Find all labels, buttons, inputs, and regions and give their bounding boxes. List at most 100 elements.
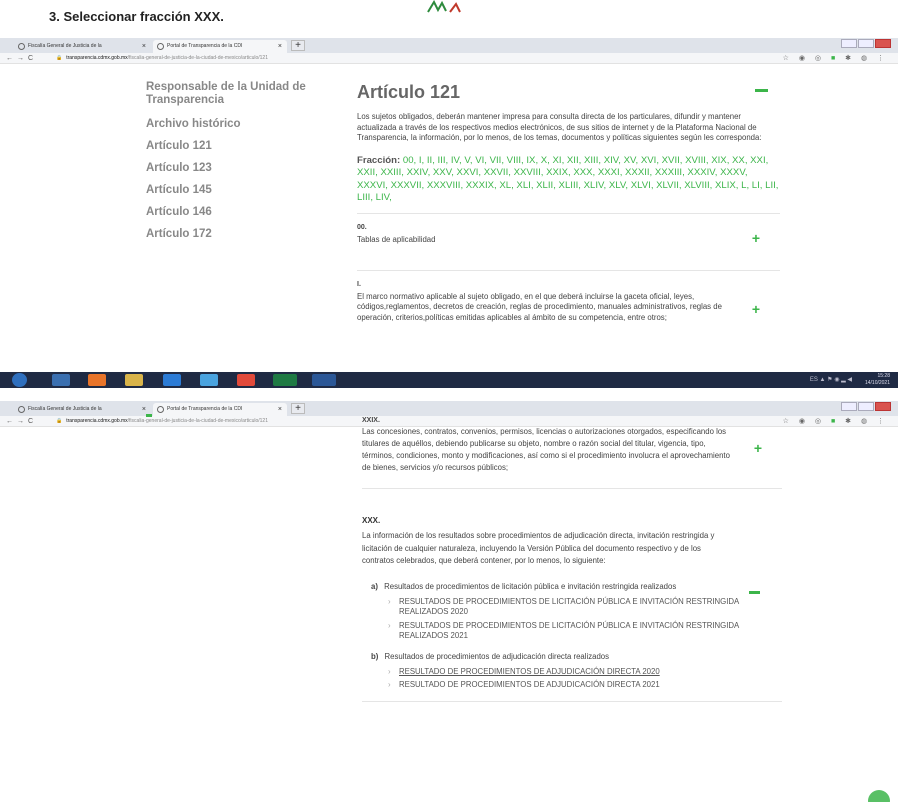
collapse-icon[interactable] <box>749 591 760 594</box>
url-text[interactable]: 🔒 transparencia.cdmx.gob.mx/fiscalia-gene… <box>56 416 268 427</box>
fraccion-number: XXX. <box>362 516 381 525</box>
file-explorer-icon[interactable] <box>125 374 143 386</box>
maximize-button[interactable] <box>858 402 874 411</box>
link-text[interactable]: RESULTADOS DE PROCEDIMIENTOS DE LICITACI… <box>399 621 739 641</box>
media-player-icon[interactable] <box>52 374 70 386</box>
url-host: transparencia.cdmx.gob.mx <box>66 418 128 424</box>
tab-fiscalia[interactable]: Fiscalía General de Justicia de la × <box>14 403 151 416</box>
expand-icon[interactable]: + <box>754 440 762 456</box>
sidebar-item-articulo-121[interactable]: Artículo 121 <box>146 140 336 153</box>
system-tray: ES ▲ ⚑ ◉ ▂ ◀ 15:28 14/10/2021 <box>810 373 890 387</box>
sidebar-item-articulo-146[interactable]: Artículo 146 <box>146 206 336 219</box>
sub-title: Resultados de procedimientos de adjudica… <box>384 651 610 661</box>
sidebar-item-archivo[interactable]: Archivo histórico <box>146 118 336 131</box>
close-icon[interactable]: × <box>278 403 282 416</box>
extensions-bar[interactable]: ☆ ◉ ◎ ■ ✱ ◍ ⋮ <box>783 53 888 64</box>
site-icon <box>18 406 25 413</box>
list-item[interactable]: RESULTADOS DE PROCEDIMIENTOS DE LICITACI… <box>386 597 782 618</box>
link-text[interactable]: RESULTADO DE PROCEDIMIENTOS DE ADJUDICAC… <box>399 680 660 689</box>
fraccion-label: Fracción: <box>357 154 401 166</box>
nav-buttons[interactable]: ←→C <box>6 416 37 427</box>
divider <box>357 269 780 271</box>
clock-time: 15:28 <box>877 373 890 379</box>
fraccion-description: Tablas de aplicabilidad <box>357 234 436 244</box>
tab-portal-transparencia[interactable]: Portal de Transparencia de la CDI × <box>153 40 287 53</box>
logo <box>427 0 461 13</box>
sidebar-item-articulo-123[interactable]: Artículo 123 <box>146 162 336 175</box>
minimize-button[interactable] <box>841 402 857 411</box>
extensions-bar[interactable]: ☆ ◉ ◎ ■ ✱ ◍ ⋮ <box>783 416 888 427</box>
divider <box>362 488 782 489</box>
fraccion-xxix-block: Las concesiones, contratos, convenios, p… <box>362 426 782 474</box>
divider <box>357 212 780 214</box>
maximize-button[interactable] <box>858 39 874 48</box>
article-intro: Los sujetos obligados, deberán mantener … <box>357 112 762 142</box>
fraccion-links[interactable]: 00, I, II, III, IV, V, VI, VII, VIII, IX… <box>357 155 778 204</box>
list-item[interactable]: RESULTADOS DE PROCEDIMIENTOS DE LICITACI… <box>386 621 782 642</box>
nav-buttons[interactable]: ←→C <box>6 53 37 64</box>
browser-window-1: Fiscalía General de Justicia de la × Por… <box>0 38 898 371</box>
fraccion-xxx-block: XXX. La información de los resultados so… <box>362 516 782 594</box>
close-window-button[interactable] <box>875 402 891 411</box>
link-text[interactable]: RESULTADOS DE PROCEDIMIENTOS DE LICITACI… <box>399 597 739 617</box>
internet-explorer-icon[interactable] <box>163 374 181 386</box>
link-text[interactable]: RESULTADO DE PROCEDIMIENTOS DE ADJUDICAC… <box>399 667 660 676</box>
sub-b-links: RESULTADO DE PROCEDIMIENTOS DE ADJUDICAC… <box>386 667 782 691</box>
site-icon <box>157 43 164 50</box>
fraccion-00-block: 00. Tablas de aplicabilidad + <box>357 224 780 262</box>
site-icon <box>18 43 25 50</box>
excel-icon[interactable] <box>273 374 297 386</box>
site-icon <box>157 406 164 413</box>
start-button[interactable] <box>12 373 27 387</box>
close-window-button[interactable] <box>875 39 891 48</box>
clock-date: 14/10/2021 <box>864 380 890 386</box>
list-item[interactable]: RESULTADO DE PROCEDIMIENTOS DE ADJUDICAC… <box>386 667 782 678</box>
fraccion-number: 00. <box>357 223 367 231</box>
fraccion-description: La información de los resultados sobre p… <box>362 531 715 565</box>
fraccion-number: I. <box>357 280 361 288</box>
fraccion-i-block: I. El marco normativo aplicable al sujet… <box>357 281 780 324</box>
tab-label: Fiscalía General de Justicia de la <box>28 406 102 412</box>
divider <box>362 700 782 702</box>
main-content: Artículo 121 Los sujetos obligados, debe… <box>357 78 780 323</box>
close-icon[interactable]: × <box>278 40 282 53</box>
expand-icon[interactable]: + <box>752 301 760 317</box>
collapse-icon[interactable] <box>755 89 768 92</box>
word-icon[interactable] <box>312 374 336 386</box>
close-icon[interactable]: × <box>142 40 146 53</box>
url-host: transparencia.cdmx.gob.mx <box>66 55 128 61</box>
image-viewer-icon[interactable] <box>200 374 218 386</box>
minimize-button[interactable] <box>841 39 857 48</box>
tab-fiscalia[interactable]: Fiscalía General de Justicia de la × <box>14 40 151 53</box>
browser-window-2: Fiscalía General de Justicia de la × Por… <box>0 401 898 802</box>
expand-icon[interactable]: + <box>752 230 760 246</box>
list-item[interactable]: RESULTADO DE PROCEDIMIENTOS DE ADJUDICAC… <box>386 680 782 691</box>
url-path: /fiscalia-general-de-justicia-de-la-ciud… <box>127 418 268 424</box>
sub-label: a) <box>371 581 378 591</box>
sidebar-item-articulo-145[interactable]: Artículo 145 <box>146 184 336 197</box>
sub-section-a: a) Resultados de procedimientos de licit… <box>371 582 782 591</box>
window-controls <box>840 39 892 49</box>
tab-label: Fiscalía General de Justicia de la <box>28 43 102 49</box>
tray-icons[interactable]: ES ▲ ⚑ ◉ ▂ ◀ <box>772 377 852 384</box>
sub-a-links: RESULTADOS DE PROCEDIMIENTOS DE LICITACI… <box>386 597 782 642</box>
firefox-icon[interactable] <box>88 374 106 386</box>
page-title: Artículo 121 <box>357 82 461 102</box>
new-tab-button[interactable]: + <box>291 403 305 414</box>
sub-label: b) <box>371 651 379 661</box>
url-path: /fiscalia-general-de-justicia-de-la-ciud… <box>127 55 268 61</box>
language-indicator: ES <box>809 377 818 383</box>
tab-label: Portal de Transparencia de la CDI <box>167 43 243 49</box>
lock-icon: 🔒 <box>56 55 63 61</box>
fraccion-index: Fracción: 00, I, II, III, IV, V, VI, VII… <box>357 155 780 205</box>
chrome-icon[interactable] <box>237 374 255 386</box>
url-text[interactable]: 🔒 transparencia.cdmx.gob.mx/fiscalia-gene… <box>56 53 268 64</box>
address-bar[interactable]: ←→C 🔒 transparencia.cdmx.gob.mx/fiscalia-… <box>0 53 898 64</box>
new-tab-button[interactable]: + <box>291 40 305 51</box>
main-content: XXIX. Las concesiones, contratos, conven… <box>362 417 782 702</box>
lock-icon: 🔒 <box>56 418 63 424</box>
tab-bar: Fiscalía General de Justicia de la × Por… <box>0 38 898 53</box>
sidebar-item-responsable[interactable]: Responsable de la Unidad de Transparenci… <box>146 81 336 107</box>
tab-portal-transparencia[interactable]: Portal de Transparencia de la CDI × <box>153 403 287 416</box>
sidebar-item-articulo-172[interactable]: Artículo 172 <box>146 228 336 241</box>
